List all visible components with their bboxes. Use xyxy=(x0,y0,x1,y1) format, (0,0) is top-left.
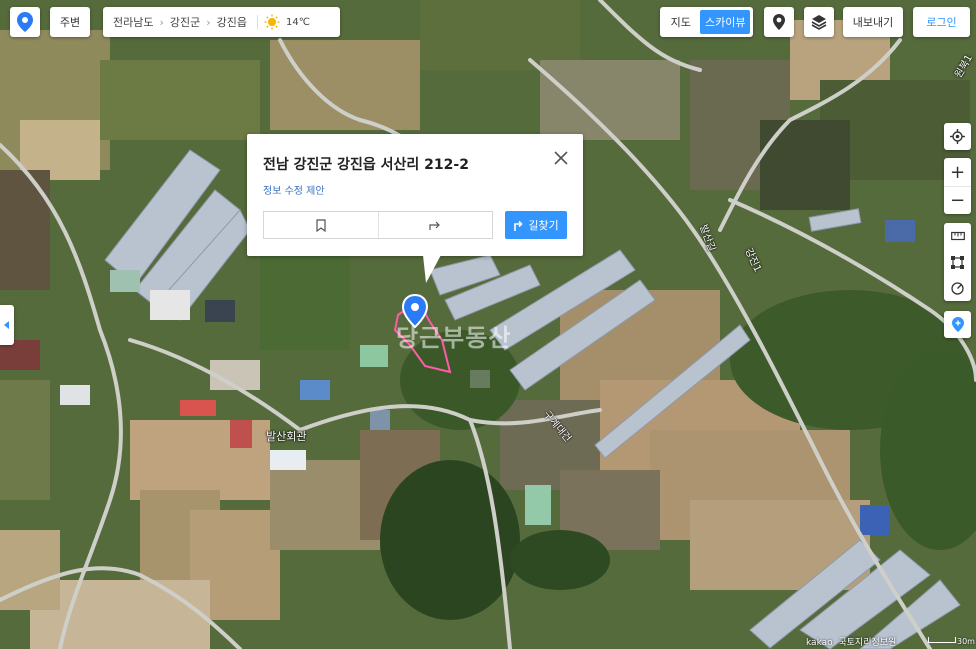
zoom-out-button[interactable]: − xyxy=(944,187,971,214)
zoom-out-icon: − xyxy=(949,190,966,211)
radius-icon xyxy=(951,281,964,295)
area-icon xyxy=(951,255,964,269)
sun-icon xyxy=(264,14,280,30)
breadcrumb-item-province[interactable]: 전라남도 xyxy=(113,14,153,30)
export-button[interactable]: 내보내기 xyxy=(843,7,903,37)
distance-tool-button[interactable] xyxy=(944,223,971,249)
directions-icon xyxy=(514,220,523,231)
route-label: 길찾기 xyxy=(528,219,559,232)
roadview-button[interactable] xyxy=(764,7,794,37)
marker-pin-icon xyxy=(401,293,429,329)
kakaomap-logo-button[interactable] xyxy=(10,7,40,37)
breadcrumb: 전라남도 › 강진군 › 강진읍 14℃ xyxy=(103,7,340,37)
breadcrumb-item-town[interactable]: 강진읍 xyxy=(217,14,247,30)
chevron-right-icon: › xyxy=(159,15,164,29)
radius-tool-button[interactable] xyxy=(944,275,971,301)
popup-address: 전남 강진군 강진읍 서산리 212-2 xyxy=(263,157,469,173)
place-marker-button[interactable] xyxy=(944,311,971,338)
route-button[interactable]: 길찾기 xyxy=(505,211,567,239)
breadcrumb-item-county[interactable]: 강진군 xyxy=(170,14,200,30)
zoom-in-icon: + xyxy=(949,161,966,183)
place-marker-icon xyxy=(951,317,964,332)
zoom-in-button[interactable]: + xyxy=(944,158,971,187)
address-popup: 전남 강진군 강진읍 서산리 212-2 정보 수정 제안 길찾기 xyxy=(247,134,583,256)
temperature: 14℃ xyxy=(286,16,311,28)
login-button[interactable]: 로그인 xyxy=(913,7,970,37)
share-icon xyxy=(429,221,441,230)
close-icon xyxy=(554,151,568,165)
roadview-pin-icon xyxy=(773,14,785,30)
edit-info-link[interactable]: 정보 수정 제안 xyxy=(263,182,325,197)
nearby-button[interactable]: 주변 xyxy=(50,7,90,37)
location-marker[interactable] xyxy=(401,293,429,329)
scale-bar xyxy=(928,637,956,643)
place-label-village: 발산회관 xyxy=(266,430,307,443)
popup-actions xyxy=(263,211,493,239)
layers-icon xyxy=(811,15,827,30)
kakaomap-logo-icon xyxy=(17,12,33,32)
share-button[interactable] xyxy=(379,212,493,238)
map-attribution: kakao 국토지리정보원 xyxy=(806,638,897,648)
my-location-button[interactable] xyxy=(944,123,971,150)
layers-button[interactable] xyxy=(804,7,834,37)
my-location-icon xyxy=(950,129,965,144)
scale-label: 30m xyxy=(957,637,975,646)
map-type-map-button[interactable]: 지도 xyxy=(663,10,698,34)
zoom-controls: + − xyxy=(944,158,971,214)
panel-toggle-button[interactable] xyxy=(0,305,14,345)
map-type-toggle: 지도 스카이뷰 xyxy=(660,7,753,37)
map-type-skyview-button[interactable]: 스카이뷰 xyxy=(700,10,750,34)
ruler-icon xyxy=(950,231,965,241)
save-bookmark-button[interactable] xyxy=(264,212,379,238)
chevron-right-icon: › xyxy=(206,15,211,29)
popup-close-button[interactable] xyxy=(551,148,571,168)
area-tool-button[interactable] xyxy=(944,249,971,275)
measure-tools xyxy=(944,223,971,301)
chevron-left-icon xyxy=(4,321,9,329)
bookmark-icon xyxy=(316,218,326,232)
divider xyxy=(257,15,259,29)
